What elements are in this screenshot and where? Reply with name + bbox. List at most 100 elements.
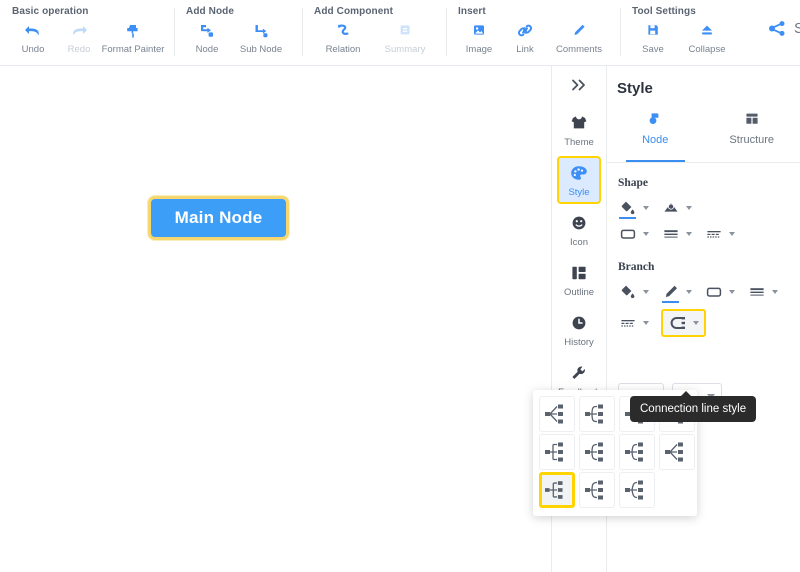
border-dash-control[interactable] [704,225,735,243]
sub-node-icon [251,21,271,41]
rounded-rect-icon [618,225,638,243]
branch-fill-control[interactable] [618,283,649,301]
line-style-option[interactable] [579,472,615,508]
sidebar-item-icon[interactable]: Icon [557,206,601,254]
branch-line-dash-control[interactable] [618,314,649,332]
toolbar-group-title: Insert [458,6,486,17]
chevron-down-icon[interactable] [643,290,649,294]
border-width-control[interactable] [661,225,692,243]
line-style-option[interactable] [579,396,615,432]
toolbar-label: Format Painter [101,44,165,55]
chevron-down-icon[interactable] [729,232,735,236]
tab-label: Node [642,134,669,146]
line-style-option[interactable] [619,472,655,508]
sidebar-item-label: Style [568,186,590,198]
undo-icon [23,21,43,41]
pen-icon [661,283,681,303]
toolbar-group-title: Add Node [186,6,235,17]
toolbar-button-node[interactable]: Node [184,21,230,55]
toolbar-button-redo[interactable]: Redo [56,21,102,55]
sidebar-item-label: History [564,336,594,348]
sidebar-item-history[interactable]: History [557,306,601,354]
shape-type-control[interactable] [618,225,649,243]
border-color-control[interactable] [661,199,692,217]
line-style-option[interactable] [539,396,575,432]
toolbar-button-save[interactable]: Save [630,21,676,55]
toolbar-button-collapse[interactable]: Collapse [676,21,738,55]
main-node[interactable]: Main Node [148,196,289,240]
sidebar-item-outline[interactable]: Outline [557,256,601,304]
toolbar-label: Relation [325,44,361,55]
comments-icon [569,21,589,41]
branch-line-weight-control[interactable] [747,283,778,301]
connection-line-style-control[interactable] [661,309,706,337]
sidebar-item-theme[interactable]: Theme [557,106,601,154]
chevron-down-icon[interactable] [643,321,649,325]
fill-color-control[interactable] [618,199,649,219]
toolbar-label: Undo [21,44,45,55]
line-style-option[interactable] [619,434,655,470]
toolbar-button-sub-node[interactable]: Sub Node [230,21,292,55]
toolbar-label: Summary [384,44,426,55]
chevron-down-icon[interactable] [729,290,735,294]
toolbar-label: Node [195,44,219,55]
toolbar-button-relation[interactable]: Relation [312,21,374,55]
smiley-icon [569,213,589,233]
toolbar-group-add-node: Add Node Node Sub Node [174,0,302,66]
shape-controls-row-1 [607,195,800,221]
panel-title: Style [617,80,653,97]
sidebar-item-label: Outline [563,286,595,298]
branch-line-color-control[interactable] [661,283,692,303]
chevron-down-icon[interactable] [686,290,692,294]
line-style-option-selected[interactable] [539,472,575,508]
relation-icon [333,21,353,41]
share-icon [768,20,787,37]
panel-tabs: Node Structure [607,107,800,163]
main-node-label: Main Node [174,208,263,227]
link-icon [515,21,535,41]
toolbar-button-summary[interactable]: Summary [374,21,436,55]
wrench-icon [569,363,589,383]
chevron-down-icon[interactable] [693,321,699,325]
tab-structure[interactable]: Structure [704,107,800,162]
toolbar-label: Save [642,44,664,55]
toolbar-button-link[interactable]: Link [502,21,548,55]
toolbar-label: Link [516,44,534,55]
clock-icon [569,313,589,333]
toolbar-group-insert: Insert Image Link Comments [446,0,620,66]
toolbar-label: Image [465,44,493,55]
section-title-shape: Shape [618,177,649,189]
chevron-down-icon[interactable] [686,206,692,210]
structure-icon [742,109,762,129]
toolbar-group-title: Tool Settings [632,6,696,17]
toolbar-button-format-painter[interactable]: Format Painter [102,21,164,55]
collapse-icon [697,21,717,41]
toolbar-button-comments[interactable]: Comments [548,21,610,55]
palette-icon [569,163,589,183]
share-button[interactable]: Share [768,20,800,37]
mindmap-canvas[interactable]: Main Node [0,66,550,572]
chevron-down-icon[interactable] [643,232,649,236]
line-style-option[interactable] [579,434,615,470]
outline-icon [569,263,589,283]
tab-node[interactable]: Node [607,107,704,162]
sidebar-item-style[interactable]: Style [557,156,601,204]
branch-shape-control[interactable] [704,283,735,301]
fill-color-swatch [619,216,636,219]
line-style-option[interactable] [659,434,695,470]
tshirt-icon [569,113,589,133]
paint-bucket-icon [618,283,638,301]
toolbar-button-image[interactable]: Image [456,21,502,55]
chevron-down-icon[interactable] [772,290,778,294]
save-icon [643,21,663,41]
connection-line-icon [668,314,688,332]
mindmap-app: Basic operation Undo Redo Format Painter… [0,0,800,572]
format-painter-icon [123,21,143,41]
chevron-down-icon[interactable] [686,232,692,236]
chevron-down-icon[interactable] [643,206,649,210]
redo-icon [69,21,89,41]
branch-line-color-swatch [662,300,679,303]
line-style-option[interactable] [539,434,575,470]
chevron-double-right-icon[interactable] [552,66,606,104]
toolbar-button-undo[interactable]: Undo [10,21,56,55]
